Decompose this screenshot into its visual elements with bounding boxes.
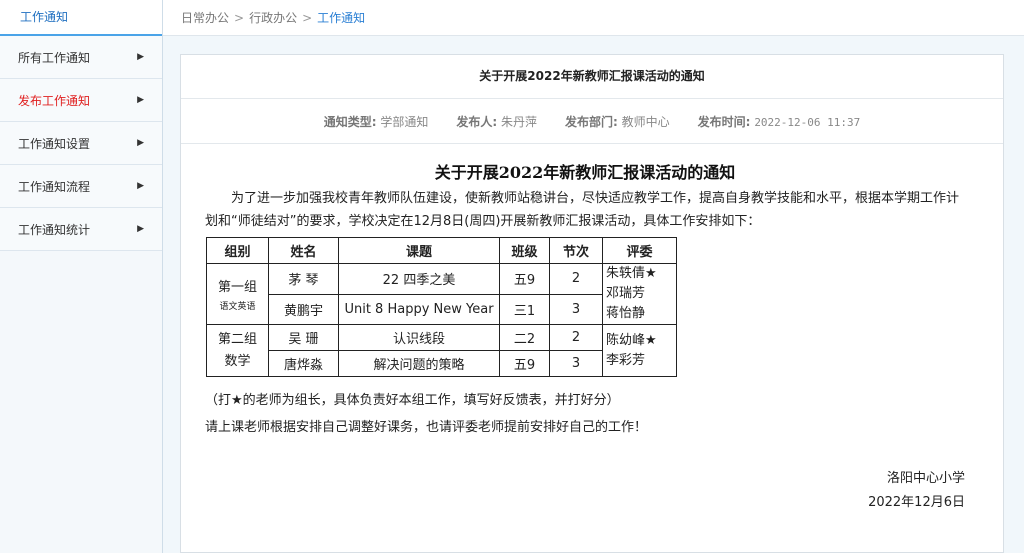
- judge-name: 邓瑞芳: [606, 286, 646, 301]
- breadcrumb-separator: >: [234, 10, 245, 25]
- chevron-right-icon: ▶: [137, 52, 144, 62]
- notice-meta: 通知类型: 学部通知 发布人: 朱丹萍 发布部门: 教师中心 发布时间: 202…: [181, 99, 1003, 144]
- judge-name: 蒋怡静: [606, 306, 646, 321]
- table-header-row: 组别 姓名 课题 班级 节次 评委: [206, 237, 677, 264]
- publish-time-value: 2022-12-06 11:37: [754, 115, 861, 129]
- class-name: 五9: [499, 263, 550, 295]
- document-paragraph: 为了进一步加强我校青年教师队伍建设，使新教师站稳讲台，尽快适应教学工作，提高自身…: [205, 191, 960, 229]
- teacher-name: 黄鹏宇: [268, 293, 339, 325]
- class-name: 三1: [499, 293, 550, 325]
- sidebar-item-label: 发布工作通知: [18, 93, 91, 108]
- publish-time-label: 发布时间:: [697, 114, 751, 129]
- notice-panel: 关于开展2022年新教师汇报课活动的通知 通知类型: 学部通知 发布人: 朱丹萍…: [180, 54, 1004, 553]
- class-name: 五9: [499, 350, 550, 377]
- group-subject: 数学: [224, 353, 251, 369]
- chevron-right-icon: ▶: [137, 95, 144, 105]
- lesson-topic: 22 四季之美: [338, 263, 500, 295]
- chevron-right-icon: ▶: [137, 181, 144, 191]
- judge-name: 李彩芳: [606, 352, 646, 368]
- teacher-name: 茅 琴: [268, 263, 339, 295]
- sidebar-item-publish-notice[interactable]: 发布工作通知 ▶: [0, 79, 162, 122]
- sidebar-item-label: 工作通知流程: [18, 179, 91, 194]
- breadcrumb-separator: >: [302, 10, 313, 25]
- group-name: 第一组: [217, 280, 257, 295]
- schedule-table: 组别 姓名 课题 班级 节次 评委 第一组 语文英语 茅 琴 22 四季之美 五…: [206, 237, 677, 377]
- lesson-topic: Unit 8 Happy New Year: [338, 293, 500, 325]
- dept-label: 发布部门:: [565, 114, 618, 129]
- signature-date: 2022年12月6日: [868, 495, 965, 510]
- group-cell: 第二组 数学: [206, 324, 269, 377]
- chevron-right-icon: ▶: [137, 224, 144, 234]
- period: 3: [549, 293, 603, 325]
- dept-value: 教师中心: [621, 114, 670, 129]
- notice-body: 关于开展2022年新教师汇报课活动的通知 为了进一步加强我校青年教师队伍建设，使…: [181, 159, 1003, 515]
- breadcrumb: 日常办公 > 行政办公 > 工作通知: [163, 0, 1024, 36]
- sidebar: 工作通知 所有工作通知 ▶ 发布工作通知 ▶ 工作通知设置 ▶ 工作通知流程 ▶…: [0, 0, 163, 553]
- period: 3: [549, 350, 603, 377]
- chevron-right-icon: ▶: [137, 138, 144, 148]
- column-header: 评委: [602, 237, 677, 264]
- teacher-name: 吴 珊: [268, 324, 339, 351]
- sidebar-item-notice-flow[interactable]: 工作通知流程 ▶: [0, 165, 162, 208]
- column-header: 班级: [499, 237, 550, 264]
- judges-cell: 朱轶倩★ 邓瑞芳 蒋怡静: [602, 263, 677, 325]
- period: 2: [549, 324, 603, 351]
- sidebar-item-all-notices[interactable]: 所有工作通知 ▶: [0, 36, 162, 79]
- table-row: 第二组 数学 吴 珊 认识线段 二2 2 陈幼峰★ 李彩芳: [206, 324, 677, 377]
- sidebar-title: 工作通知: [0, 0, 162, 36]
- judges-cell: 陈幼峰★ 李彩芳: [602, 324, 677, 377]
- column-header: 姓名: [268, 237, 339, 264]
- signature-block: 洛阳中心小学 2022年12月6日: [205, 467, 965, 515]
- judge-name: 朱轶倩★: [606, 266, 657, 281]
- column-header: 组别: [206, 237, 269, 264]
- class-name: 二2: [499, 324, 550, 351]
- arrangement-note: 请上课老师根据安排自己调整好课务，也请评委老师提前安排好自己的工作！: [205, 420, 648, 435]
- signature-org: 洛阳中心小学: [886, 471, 965, 486]
- group-subject: 语文英语: [219, 302, 256, 312]
- period: 2: [549, 263, 603, 295]
- notice-type-label: 通知类型:: [323, 114, 377, 129]
- column-header: 课题: [338, 237, 500, 264]
- sidebar-item-label: 工作通知统计: [18, 222, 91, 237]
- notice-header-title: 关于开展2022年新教师汇报课活动的通知: [181, 55, 1003, 99]
- lesson-topic: 认识线段: [338, 324, 500, 351]
- table-row: 第一组 语文英语 茅 琴 22 四季之美 五9 2 朱轶倩★ 邓瑞芳 蒋怡静: [206, 263, 677, 325]
- judge-name: 陈幼峰★: [606, 332, 657, 348]
- group-name: 第二组: [217, 331, 257, 347]
- sidebar-item-label: 工作通知设置: [18, 136, 91, 151]
- sidebar-item-notice-settings[interactable]: 工作通知设置 ▶: [0, 122, 162, 165]
- notice-type-value: 学部通知: [380, 114, 429, 129]
- leader-note: （打★的老师为组长，具体负责好本组工作，填写好反馈表，并打好分）: [205, 393, 620, 408]
- sidebar-item-label: 所有工作通知: [18, 50, 91, 65]
- document-title: 关于开展2022年新教师汇报课活动的通知: [434, 163, 736, 182]
- sidebar-item-notice-stats[interactable]: 工作通知统计 ▶: [0, 208, 162, 251]
- breadcrumb-item[interactable]: 行政办公: [249, 9, 297, 26]
- teacher-name: 唐烨淼: [268, 350, 339, 377]
- column-header: 节次: [549, 237, 603, 264]
- breadcrumb-current: 工作通知: [317, 11, 366, 25]
- group-cell: 第一组 语文英语: [206, 263, 269, 325]
- breadcrumb-item[interactable]: 日常办公: [181, 9, 229, 26]
- publisher-value: 朱丹萍: [501, 114, 538, 129]
- lesson-topic: 解决问题的策略: [338, 350, 500, 377]
- publisher-label: 发布人:: [456, 114, 498, 129]
